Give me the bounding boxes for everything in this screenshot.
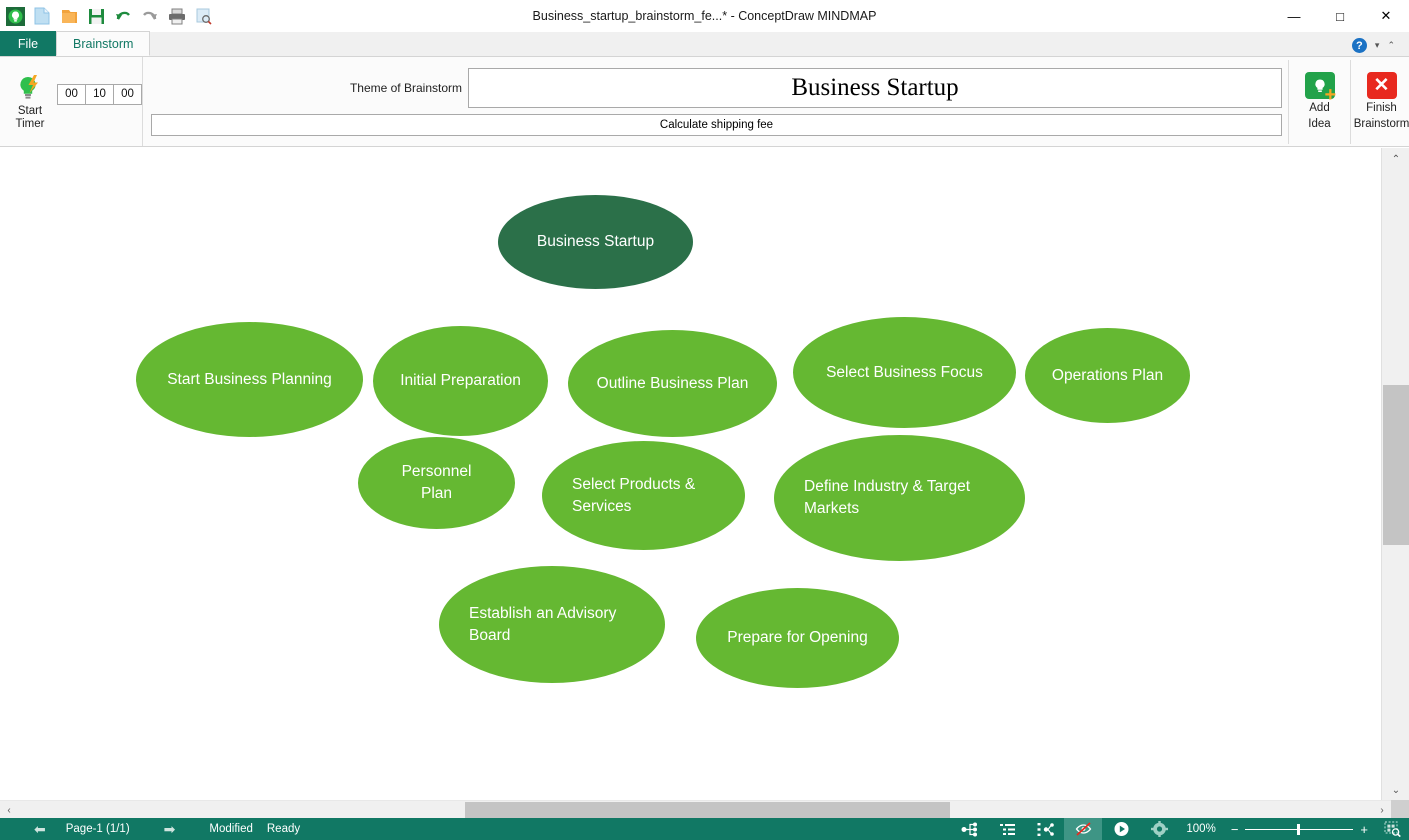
play-presentation-icon[interactable] [1102, 818, 1140, 840]
zoom-in-button[interactable]: + [1353, 822, 1375, 837]
horizontal-scrollbar[interactable]: ‹ › [0, 800, 1409, 818]
mindmap-node[interactable]: Select Business Focus [793, 317, 1016, 428]
finish-label-2: Brainstorm [1353, 118, 1409, 130]
new-document-icon[interactable] [32, 6, 52, 26]
save-icon[interactable] [86, 6, 106, 26]
scroll-down-button[interactable]: ⌄ [1382, 779, 1409, 801]
start-timer-label-2: Timer [15, 117, 45, 130]
ready-status: Ready [266, 823, 301, 835]
redo-icon[interactable] [140, 6, 160, 26]
app-logo-icon[interactable] [5, 6, 25, 26]
timer-hours-input[interactable]: 00 [57, 84, 86, 105]
print-preview-icon[interactable] [194, 6, 214, 26]
minimize-button[interactable]: — [1271, 0, 1317, 32]
start-timer-label-1: Start [17, 104, 43, 117]
mindmap-node[interactable]: Define Industry & Target Markets [774, 435, 1025, 561]
vertical-scroll-thumb[interactable] [1383, 385, 1409, 545]
timer-group: Start Timer 00 10 00 [0, 57, 143, 146]
slide-view-icon[interactable] [1026, 818, 1064, 840]
add-idea-button[interactable]: + Add Idea [1288, 59, 1350, 144]
window-controls: — □ ✕ [1271, 0, 1409, 32]
conceptdraw-mindmap-window: Business_startup_brainstorm_fe...* - Con… [0, 0, 1409, 840]
mindmap-view-icon[interactable] [950, 818, 988, 840]
mindmap-center-node[interactable]: Business Startup [498, 195, 693, 289]
timer-seconds-input[interactable]: 00 [113, 84, 142, 105]
finish-brainstorm-button[interactable]: ✕ Finish Brainstorm [1350, 59, 1409, 144]
status-bar-tools: 100% − + [950, 818, 1409, 840]
close-button[interactable]: ✕ [1363, 0, 1409, 32]
mindmap-node[interactable]: Operations Plan [1025, 328, 1190, 423]
vertical-scrollbar[interactable]: ⌃ ⌄ [1381, 148, 1409, 801]
previous-page-icon[interactable]: ⬅ [0, 821, 52, 838]
horizontal-scroll-thumb[interactable] [465, 802, 950, 818]
quick-access-toolbar [0, 6, 214, 26]
ribbon-tab-actions: ? ▾ ⌃ [1351, 38, 1409, 56]
theme-input[interactable]: Business Startup [468, 67, 1282, 108]
mindmap-node[interactable]: Prepare for Opening [696, 588, 899, 688]
zoom-slider-handle[interactable] [1297, 823, 1301, 835]
undo-icon[interactable] [113, 6, 133, 26]
next-page-icon[interactable]: ➡ [130, 821, 182, 838]
help-icon[interactable]: ? [1351, 38, 1367, 53]
print-icon[interactable] [167, 6, 187, 26]
timer-minutes-input[interactable]: 10 [85, 84, 114, 105]
status-bar: ⬅ Page-1 (1/1) ➡ Modified Ready 100% − + [0, 818, 1409, 840]
mindmap-node[interactable]: Start Business Planning [136, 322, 363, 437]
timer-fields: 00 10 00 [57, 84, 142, 105]
plus-icon: + [1324, 84, 1337, 106]
ribbon-tab-strip: File Brainstorm ? ▾ ⌃ [0, 31, 1409, 57]
collapse-ribbon-icon[interactable]: ⌃ [1387, 40, 1395, 51]
modified-status: Modified [209, 823, 253, 835]
zoom-level: 100% [1186, 823, 1216, 835]
fit-to-page-icon[interactable] [1375, 818, 1409, 840]
theme-of-brainstorm-label: Theme of Brainstorm [349, 80, 462, 95]
chevron-down-icon[interactable]: ▾ [1375, 40, 1380, 51]
idea-input[interactable]: Calculate shipping fee [151, 113, 1282, 136]
hide-branch-icon[interactable] [1064, 818, 1103, 840]
add-idea-icon: + [1304, 72, 1336, 105]
gear-icon[interactable] [1140, 818, 1178, 840]
finish-label-1: Finish [1366, 102, 1397, 114]
theme-row: Theme of Brainstorm Business Startup [149, 67, 1282, 108]
close-x-icon: ✕ [1366, 72, 1397, 99]
mindmap-node[interactable]: Establish an Advisory Board [439, 566, 665, 683]
mindmap-node[interactable]: Initial Preparation [373, 326, 548, 436]
scroll-up-button[interactable]: ⌃ [1382, 148, 1409, 170]
zoom-out-button[interactable]: − [1224, 822, 1246, 837]
start-timer-button[interactable]: Start Timer [8, 74, 52, 130]
zoom-slider[interactable] [1245, 823, 1354, 835]
mindmap-node[interactable]: Select Products & Services [542, 441, 745, 550]
mindmap-canvas[interactable]: Business Startup Start Business Planning… [0, 148, 1381, 801]
scroll-left-button[interactable]: ‹ [0, 801, 18, 819]
mindmap-node[interactable]: Outline Business Plan [568, 330, 777, 437]
mindmap-node[interactable]: Personnel Plan [358, 437, 515, 529]
scrollbar-corner [1391, 800, 1409, 818]
scroll-right-button[interactable]: › [1373, 801, 1391, 819]
add-idea-label-2: Idea [1308, 118, 1331, 130]
outline-view-icon[interactable] [988, 818, 1026, 840]
theme-group: Theme of Brainstorm Business Startup Cal… [143, 57, 1288, 146]
page-indicator: Page-1 (1/1) [65, 823, 130, 835]
maximize-button[interactable]: □ [1317, 0, 1363, 32]
lightbulb-icon [16, 74, 44, 104]
open-folder-icon[interactable] [59, 6, 79, 26]
tab-file[interactable]: File [0, 31, 56, 56]
tab-brainstorm[interactable]: Brainstorm [56, 31, 151, 56]
ribbon-actions-group: + Add Idea ✕ Finish Brainstorm [1288, 57, 1409, 146]
title-bar: Business_startup_brainstorm_fe...* - Con… [0, 0, 1409, 32]
ribbon: Start Timer 00 10 00 Theme of Brainstorm… [0, 57, 1409, 147]
